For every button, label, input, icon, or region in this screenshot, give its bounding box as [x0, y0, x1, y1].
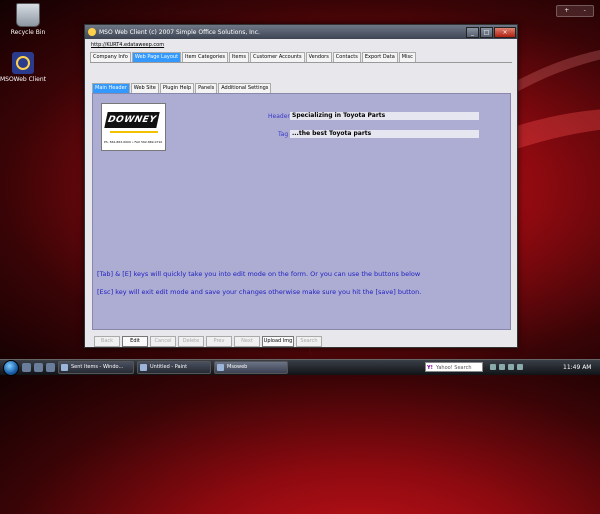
tab-misc[interactable]: Misc — [398, 52, 416, 62]
logo-underline — [110, 131, 158, 133]
taskbar-clock[interactable]: 11:49 AM — [563, 360, 591, 375]
record-button-bar: Back Edit Cancel Delete Prev Next Upload… — [94, 336, 324, 347]
tab-item-categories[interactable]: Item Categories — [182, 52, 228, 62]
tag-field[interactable]: ...the best Toyota parts — [290, 130, 479, 138]
tab-company-info[interactable]: Company Info — [90, 52, 131, 62]
subtab-web-site[interactable]: Web Site — [130, 83, 159, 93]
header-field-label: Header — [268, 113, 290, 120]
start-orb-icon[interactable] — [3, 359, 19, 376]
main-header-panel: DOWNEY Ph. 562-863-0000 • FAX 562-869-07… — [92, 93, 511, 330]
window-title: MSO Web Client (c) 2007 Simple Office So… — [99, 28, 260, 36]
edit-button[interactable]: Edit — [122, 336, 148, 347]
msoweb-client-window: MSO Web Client (c) 2007 Simple Office So… — [84, 24, 518, 348]
tray-icon[interactable] — [490, 364, 496, 370]
network-icon[interactable] — [508, 364, 514, 370]
tab-items[interactable]: Items — [228, 52, 249, 62]
sidebar-gadget-controls[interactable]: + - — [556, 5, 594, 17]
tab-contacts[interactable]: Contacts — [332, 52, 361, 62]
back-button[interactable]: Back — [94, 336, 120, 347]
logo-phone-text: Ph. 562-863-0000 • FAX 562-869-0710 — [104, 140, 163, 144]
tray-icon[interactable] — [499, 364, 505, 370]
tab-export-data[interactable]: Export Data — [361, 52, 398, 62]
logo-brand-text: DOWNEY — [104, 112, 160, 128]
msoweb-app-icon — [12, 52, 34, 74]
close-button[interactable]: × — [494, 26, 516, 38]
desktop-icon-recycle-bin[interactable]: Recycle Bin — [3, 3, 53, 37]
desktop-icon-label: MSOWeb Client — [0, 76, 47, 83]
subtab-additional-settings[interactable]: Additional Settings — [218, 83, 272, 93]
taskbar-item-outlook[interactable]: Sent Items - Windo... — [58, 361, 134, 374]
windows-taskbar: Sent Items - Windo... Untitled - Paint M… — [0, 359, 600, 376]
desktop-icon-label: Recycle Bin — [10, 29, 46, 36]
tab-web-page-layout[interactable]: Web Page Layout — [131, 52, 182, 62]
tab-divider — [90, 62, 512, 63]
desktop-icon-msoweb-client[interactable]: MSOWeb Client — [0, 52, 48, 84]
prev-button[interactable]: Prev — [206, 336, 232, 347]
tab-vendors[interactable]: Vendors — [305, 52, 332, 62]
collapse-icon[interactable]: - — [584, 6, 586, 16]
sub-tabs: Main Header Web Site Plugin Help Panels … — [92, 83, 272, 93]
ie-quicklaunch-icon[interactable] — [46, 363, 55, 372]
yahoo-search-input[interactable]: Yahoo! Search — [425, 362, 483, 373]
switch-windows-icon[interactable] — [34, 363, 43, 372]
maximize-button[interactable]: □ — [480, 26, 493, 38]
hint-text-edit-mode: [Tab] & [E] keys will quickly take you i… — [97, 270, 421, 278]
subtab-panels[interactable]: Panels — [195, 83, 218, 93]
main-tabs: Company Info Web Page Layout Item Catego… — [90, 52, 417, 62]
volume-icon[interactable] — [517, 364, 523, 370]
site-url-link[interactable]: http://KURT4.edataweep.com — [91, 42, 164, 48]
subtab-plugin-help[interactable]: Plugin Help — [159, 83, 195, 93]
show-desktop-icon[interactable] — [22, 363, 31, 372]
delete-button[interactable]: Delete — [178, 336, 204, 347]
next-button[interactable]: Next — [234, 336, 260, 347]
minimize-button[interactable]: _ — [466, 26, 479, 38]
tag-field-label: Tag — [278, 131, 289, 138]
upload-image-button[interactable]: Upload Img — [262, 336, 294, 347]
subtab-main-header[interactable]: Main Header — [92, 83, 130, 93]
header-field[interactable]: Specializing in Toyota Parts — [290, 112, 479, 120]
system-tray — [490, 362, 555, 372]
taskbar-item-paint[interactable]: Untitled - Paint — [137, 361, 211, 374]
taskbar-item-msoweb[interactable]: Msoweb — [214, 361, 288, 374]
header-logo-image[interactable]: DOWNEY Ph. 562-863-0000 • FAX 562-869-07… — [101, 103, 166, 151]
app-icon — [88, 28, 96, 36]
recycle-bin-icon — [16, 3, 40, 27]
add-gadget-icon[interactable]: + — [564, 6, 569, 16]
cancel-button[interactable]: Cancel — [150, 336, 176, 347]
tab-customer-accounts[interactable]: Customer Accounts — [249, 52, 305, 62]
hint-text-save: [Esc] key will exit edit mode and save y… — [97, 288, 422, 296]
search-button[interactable]: Search — [296, 336, 322, 347]
window-titlebar[interactable]: MSO Web Client (c) 2007 Simple Office So… — [85, 25, 517, 39]
